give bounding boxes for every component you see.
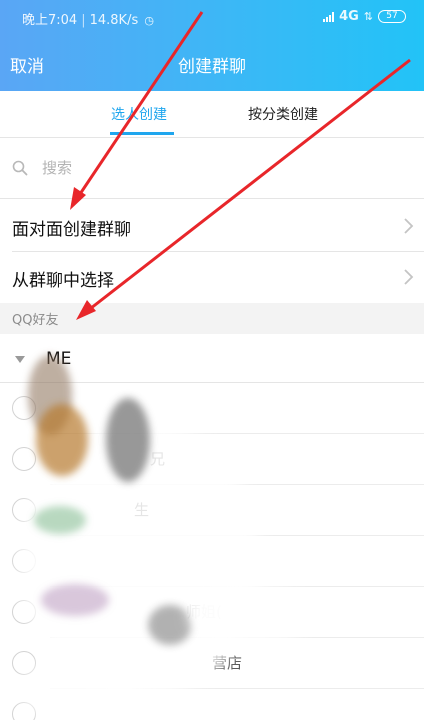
network-type: 4G	[339, 9, 359, 24]
friend-row[interactable]	[0, 689, 424, 720]
radio-unchecked-icon[interactable]	[12, 447, 36, 471]
friend-row[interactable]: 师姐(	[0, 587, 424, 638]
tab-select-people[interactable]: 选人创建	[111, 104, 167, 124]
radio-unchecked-icon[interactable]	[12, 600, 36, 624]
friend-name: 兄	[150, 450, 166, 468]
friend-row[interactable]	[0, 383, 424, 434]
option-label: 从群聊中选择	[12, 271, 114, 291]
status-right: 4G ⇅ 57	[323, 9, 406, 24]
search-input[interactable]	[42, 155, 402, 181]
radio-unchecked-icon[interactable]	[12, 396, 36, 420]
friend-group-header[interactable]: ME	[0, 334, 424, 382]
status-separator: |	[81, 13, 86, 28]
option-label: 面对面创建群聊	[12, 220, 131, 240]
section-header: QQ好友	[0, 303, 424, 334]
friend-name: 生	[134, 501, 150, 519]
select-from-group-row[interactable]: 从群聊中选择	[0, 252, 424, 302]
friend-row[interactable]: 兄	[0, 434, 424, 485]
divider	[0, 198, 424, 199]
status-left: 晚上7:04 | 14.8K/s ◷	[22, 9, 154, 28]
friend-name: 师姐(	[186, 603, 222, 621]
header-bar: 晚上7:04 | 14.8K/s ◷ 4G ⇅ 57 取消 创建群聊	[0, 0, 424, 91]
search-bar	[0, 138, 424, 198]
friend-row[interactable]	[0, 536, 424, 587]
radio-unchecked-icon[interactable]	[12, 549, 36, 573]
data-arrows-icon: ⇅	[363, 10, 373, 23]
battery-icon: 57	[378, 10, 406, 23]
status-speed: 14.8K/s	[89, 13, 139, 28]
friend-row[interactable]: 生	[0, 485, 424, 536]
friend-row[interactable]: 营店	[0, 638, 424, 689]
chevron-right-icon	[404, 218, 414, 234]
tab-bar: 选人创建 按分类创建	[0, 91, 424, 137]
signal-icon	[323, 11, 335, 22]
radio-unchecked-icon[interactable]	[12, 651, 36, 675]
status-bar: 晚上7:04 | 14.8K/s ◷ 4G ⇅ 57	[0, 0, 424, 34]
friend-name: 营店	[212, 654, 243, 672]
chevron-right-icon	[404, 269, 414, 285]
active-tab-indicator	[110, 132, 174, 135]
radio-unchecked-icon[interactable]	[12, 702, 36, 720]
status-time: 晚上7:04	[22, 13, 78, 28]
battery-level: 57	[386, 11, 398, 21]
face-to-face-create-row[interactable]: 面对面创建群聊	[0, 201, 424, 251]
alarm-icon: ◷	[144, 14, 154, 27]
radio-unchecked-icon[interactable]	[12, 498, 36, 522]
page-title: 创建群聊	[178, 57, 246, 77]
triangle-down-icon	[15, 356, 25, 363]
tab-by-category[interactable]: 按分类创建	[248, 104, 318, 124]
search-icon	[12, 160, 28, 176]
group-name: ME	[46, 349, 72, 369]
section-header-label: QQ好友	[12, 313, 59, 328]
